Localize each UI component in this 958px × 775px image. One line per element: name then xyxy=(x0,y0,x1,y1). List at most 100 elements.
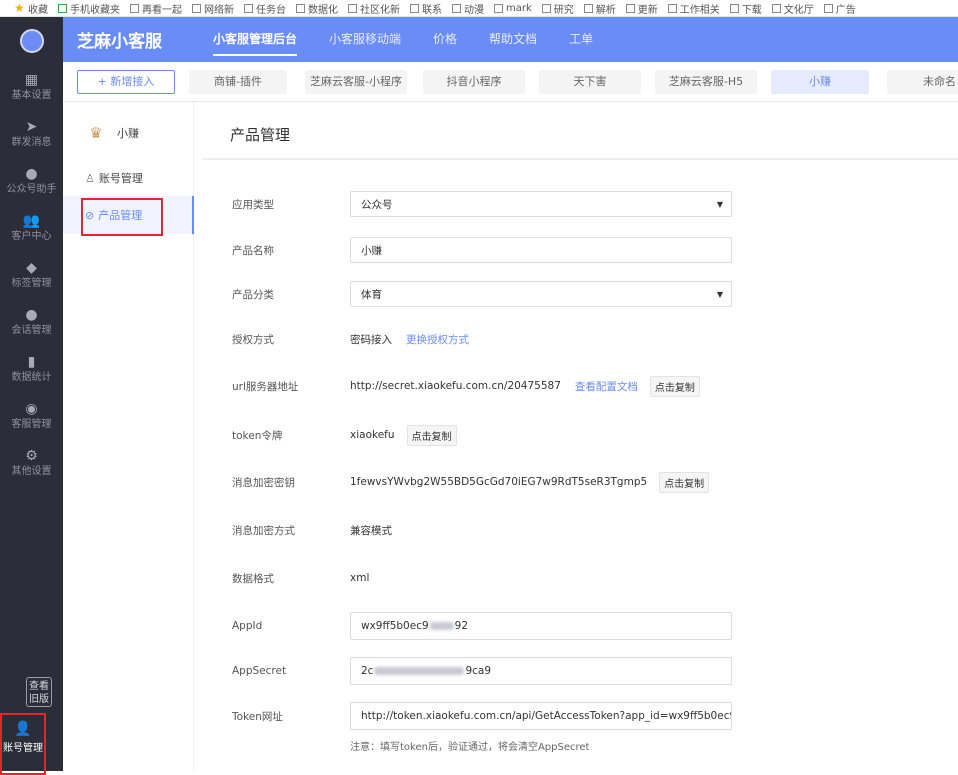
logo-icon[interactable] xyxy=(20,29,44,53)
product-tab-active[interactable]: 小赚 xyxy=(771,70,869,94)
folder-icon xyxy=(667,3,677,13)
top-nav-help[interactable]: 帮助文档 xyxy=(489,17,537,62)
field-label: 消息加密方式 xyxy=(232,524,295,537)
product-header: ♛ 小赚 xyxy=(85,122,139,144)
folder-icon xyxy=(192,3,201,13)
nav-item-basic-settings[interactable]: ▦ 基本设置 xyxy=(0,72,63,102)
bookmark-item[interactable]: 手机收藏夹 xyxy=(58,1,120,16)
sidebar-item-account[interactable]: ♙ 账号管理 xyxy=(63,160,194,196)
tag-icon: ◆ xyxy=(26,260,37,276)
copy-aes-key-button[interactable]: 点击复制 xyxy=(659,471,710,493)
folder-icon xyxy=(541,3,551,13)
copy-url-button[interactable]: 点击复制 xyxy=(649,375,700,397)
field-label: 产品分类 xyxy=(232,288,274,301)
nav-item-sessions[interactable]: ● 会话管理 xyxy=(0,307,63,337)
bookmark-item[interactable]: 解析 xyxy=(583,1,616,16)
brand-title: 芝麻小客服 xyxy=(77,32,162,52)
folder-icon xyxy=(244,3,253,13)
field-aes-key: 消息加密密钥 1fewvsYWvbg2W55BD5GcGd70iEG7w9RdT… xyxy=(232,469,958,495)
bookmarks-bar: ★ 收藏 手机收藏夹 再看一起 网络新 任务台 数据化 社区化新 联系 动漫 m… xyxy=(0,0,958,17)
field-appid: AppId wx9ff5b0ec9 92 xyxy=(232,612,958,640)
field-format: 数据格式 xml xyxy=(232,565,958,591)
bookmark-item[interactable]: 文化厅 xyxy=(771,1,814,16)
appsecret-input[interactable]: 2c 9ca9 xyxy=(350,657,732,685)
bookmark-item[interactable]: mark xyxy=(494,3,532,14)
account-button[interactable]: 👤 账号管理 xyxy=(0,713,46,775)
url-value: http://secret.xiaokefu.com.cn/20475587 xyxy=(350,380,561,392)
top-nav-admin[interactable]: 小客服管理后台 xyxy=(213,17,298,62)
bookmark-item[interactable]: 社区化新 xyxy=(348,1,400,16)
folder-icon xyxy=(823,3,833,13)
app-type-select[interactable]: 公众号 ▼ xyxy=(350,191,732,217)
product-name-input[interactable]: 小赚 xyxy=(350,237,732,263)
bookmark-item[interactable]: 广告 xyxy=(823,1,856,16)
product-tab[interactable]: 抖音小程序 xyxy=(423,70,525,94)
nav-item-customers[interactable]: 👥 客户中心 xyxy=(0,213,63,243)
bookmark-item[interactable]: 再看一起 xyxy=(130,1,182,16)
top-nav-ticket[interactable]: 工单 xyxy=(569,17,593,62)
field-appsecret: AppSecret 2c 9ca9 xyxy=(232,657,958,685)
category-select[interactable]: 体育 ▼ xyxy=(350,281,732,307)
nav-item-agents[interactable]: ◉ 客服管理 xyxy=(0,401,63,431)
appid-input[interactable]: wx9ff5b0ec9 92 xyxy=(350,612,732,640)
top-nav-mobile[interactable]: 小客服移动端 xyxy=(329,17,401,62)
bookmark-item[interactable]: 任务台 xyxy=(244,1,286,16)
nav-item-official-account[interactable]: ● 公众号助手 xyxy=(0,166,63,196)
field-label: 应用类型 xyxy=(232,198,274,211)
user-icon: ♙ xyxy=(85,171,95,185)
bookmark-item[interactable]: 数据化 xyxy=(296,1,338,16)
folder-icon xyxy=(130,3,139,13)
nav-item-statistics[interactable]: ▮ 数据统计 xyxy=(0,354,63,384)
old-version-button[interactable]: 查看 旧版 xyxy=(26,677,52,707)
field-label: 数据格式 xyxy=(232,572,274,585)
nav-item-other-settings[interactable]: ⚙ 其他设置 xyxy=(0,448,63,478)
folder-icon xyxy=(58,3,67,13)
bookmark-item[interactable]: 动漫 xyxy=(452,1,484,16)
folder-icon xyxy=(771,3,781,13)
field-label: 授权方式 xyxy=(232,333,274,346)
nav-item-broadcast[interactable]: ➤ 群发消息 xyxy=(0,119,63,149)
bookmark-item[interactable]: 下载 xyxy=(729,1,762,16)
top-bar: 芝麻小客服 小客服管理后台 小客服移动端 价格 帮助文档 工单 xyxy=(63,17,958,62)
config-doc-link[interactable]: 查看配置文档 xyxy=(575,379,638,394)
bar-chart-icon: ▮ xyxy=(27,354,36,370)
top-nav-price[interactable]: 价格 xyxy=(433,17,457,62)
nav-item-tags[interactable]: ◆ 标签管理 xyxy=(0,260,63,290)
redacted-mark xyxy=(374,667,465,675)
left-nav: ▦ 基本设置 ➤ 群发消息 ● 公众号助手 👥 客户中心 ◆ 标签管理 ● 会话管理 ▮ 数据… xyxy=(0,17,63,775)
folder-icon xyxy=(452,3,461,13)
folder-icon xyxy=(583,3,593,13)
product-tab[interactable]: 天下害 xyxy=(539,70,641,94)
format-value: xml xyxy=(350,572,370,584)
add-access-button[interactable]: + 新增接入 xyxy=(77,70,175,94)
bookmark-item[interactable]: 网络新 xyxy=(192,1,234,16)
caret-down-icon: ▼ xyxy=(716,200,723,209)
send-icon: ➤ xyxy=(25,119,38,135)
field-token-url: Token网址 http://token.xiaokefu.com.cn/api… xyxy=(232,702,958,730)
field-category: 产品分类 体育 ▼ xyxy=(232,281,958,307)
product-tab[interactable]: 芝麻云客服-H5 xyxy=(655,70,757,94)
gear-icon: ⚙ xyxy=(25,448,38,464)
grid-icon: ▦ xyxy=(24,72,39,88)
bookmark-item[interactable]: 收藏 xyxy=(28,1,48,16)
highlight-box xyxy=(81,198,163,236)
field-auth: 授权方式 密码接入 更换授权方式 xyxy=(232,326,958,352)
bookmark-item[interactable]: 工作相关 xyxy=(667,1,720,16)
field-label: token令牌 xyxy=(232,429,283,442)
users-icon: 👥 xyxy=(22,213,41,229)
divider xyxy=(202,158,958,160)
chat-icon: ● xyxy=(25,307,38,323)
product-tab[interactable]: 商铺-插件 xyxy=(189,70,287,94)
change-auth-link[interactable]: 更换授权方式 xyxy=(406,332,469,347)
field-encrypt-mode: 消息加密方式 兼容模式 xyxy=(232,517,958,543)
caret-down-icon: ▼ xyxy=(716,290,723,299)
bookmark-item[interactable]: 联系 xyxy=(410,1,442,16)
bookmark-item[interactable]: 更新 xyxy=(625,1,658,16)
field-token: token令牌 xiaokefu 点击复制 xyxy=(232,422,958,448)
bookmark-item[interactable]: 研究 xyxy=(541,1,574,16)
copy-token-button[interactable]: 点击复制 xyxy=(406,424,457,446)
product-tab[interactable]: 芝麻云客服-小程序 xyxy=(305,70,407,94)
field-label: url服务器地址 xyxy=(232,380,299,393)
token-url-input[interactable]: http://token.xiaokefu.com.cn/api/GetAcce… xyxy=(350,702,732,730)
product-tab[interactable]: 未命名 xyxy=(887,70,958,94)
